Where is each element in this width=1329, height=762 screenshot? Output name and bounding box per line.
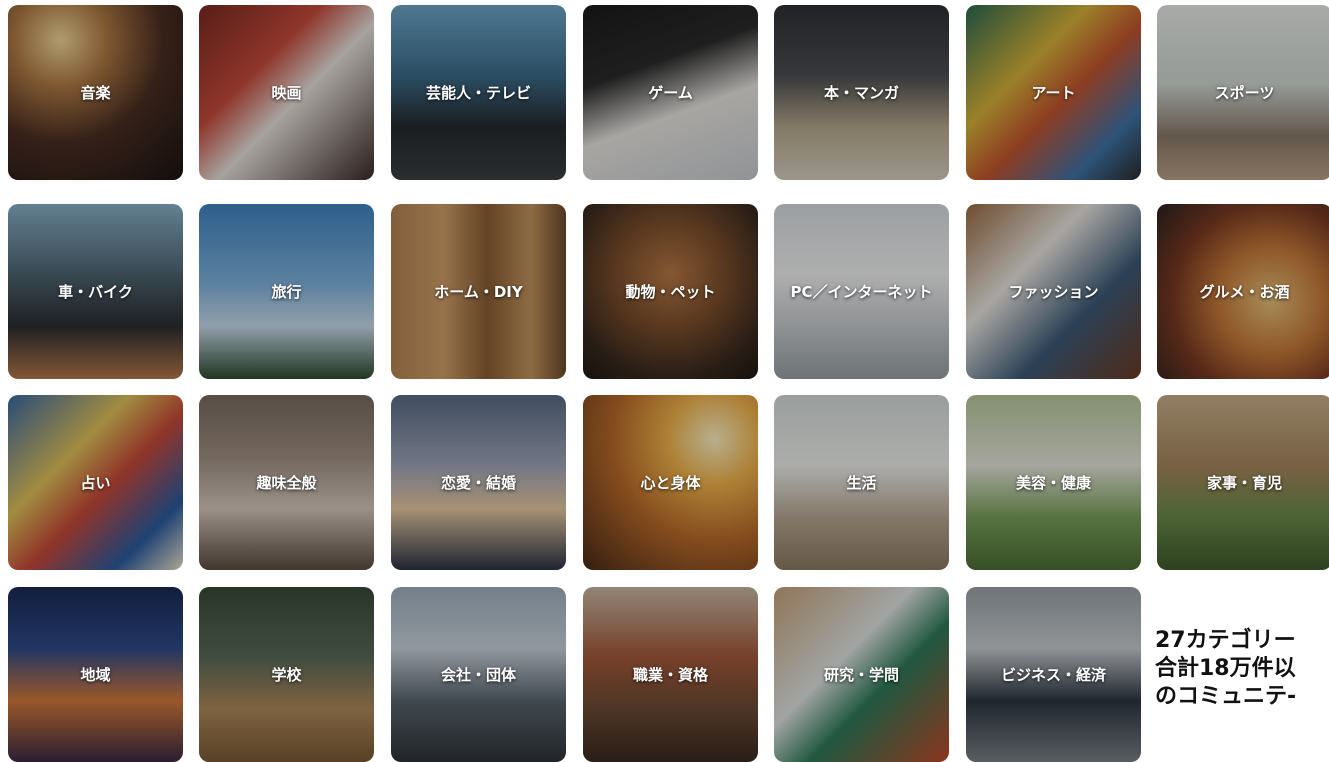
category-tile[interactable]: 家事・育児 [1157,395,1329,570]
category-tile[interactable]: 車・バイク [8,204,183,379]
category-label: 地域 [80,666,111,684]
category-label: 職業・資格 [632,666,708,684]
category-label: 芸能人・テレビ [425,84,531,102]
category-tile[interactable]: 美容・健康 [966,395,1141,570]
category-tile[interactable]: アート [966,5,1141,180]
category-label: 車・バイク [58,283,133,301]
category-label: スポーツ [1214,84,1275,102]
category-label: 旅行 [271,283,302,301]
category-label: 研究・学問 [823,666,899,684]
category-label: 学校 [271,666,302,684]
category-label: ゲーム [648,84,693,102]
category-label: グルメ・お酒 [1199,283,1290,301]
category-tile[interactable]: 会社・団体 [391,587,566,762]
category-tile[interactable]: 心と身体 [583,395,758,570]
category-label: 心と身体 [640,474,701,492]
category-label: 会社・団体 [440,666,516,684]
category-tile[interactable]: 映画 [199,5,374,180]
category-tile[interactable]: 音楽 [8,5,183,180]
category-label: 本・マンガ [823,84,899,102]
category-tile[interactable]: ビジネス・経済 [966,587,1141,762]
promo-line-3: のコミュニテ- [1155,684,1297,709]
category-tile[interactable]: スポーツ [1157,5,1329,180]
category-tile[interactable]: 研究・学問 [774,587,949,762]
category-label: PC／インターネット [790,283,933,301]
category-label: 家事・育児 [1206,474,1282,492]
category-label: ファッション [1008,283,1099,301]
category-label: 恋愛・結婚 [440,474,516,492]
category-label: 生活 [846,474,877,492]
category-tile[interactable]: 地域 [8,587,183,762]
category-tile[interactable]: ゲーム [583,5,758,180]
category-tile[interactable]: 本・マンガ [774,5,949,180]
category-tile[interactable]: 趣味全般 [199,395,374,570]
promo-text: 27カテゴリー 合計18万件以 のコミュニテ- [1155,627,1329,711]
category-tile[interactable]: 占い [8,395,183,570]
category-tile[interactable]: 芸能人・テレビ [391,5,566,180]
promo-line-2: 合計18万件以 [1155,656,1296,681]
category-tile[interactable]: 学校 [199,587,374,762]
category-tile[interactable]: 生活 [774,395,949,570]
category-tile[interactable]: 旅行 [199,204,374,379]
category-tile[interactable]: PC／インターネット [774,204,949,379]
category-label: 動物・ペット [625,283,716,301]
category-tile[interactable]: ファッション [966,204,1141,379]
category-label: アート [1031,84,1076,102]
category-label: ホーム・DIY [434,283,523,301]
category-tile[interactable]: 動物・ペット [583,204,758,379]
category-label: 音楽 [80,84,111,102]
category-label: 占い [80,474,111,492]
promo-line-1: 27カテゴリー [1155,628,1296,653]
category-label: 映画 [271,84,302,102]
category-tile[interactable]: 職業・資格 [583,587,758,762]
category-tile[interactable]: ホーム・DIY [391,204,566,379]
category-tile[interactable]: グルメ・お酒 [1157,204,1329,379]
category-label: 美容・健康 [1015,474,1091,492]
category-tile[interactable]: 恋愛・結婚 [391,395,566,570]
category-label: ビジネス・経済 [1000,666,1106,684]
category-label: 趣味全般 [256,474,317,492]
